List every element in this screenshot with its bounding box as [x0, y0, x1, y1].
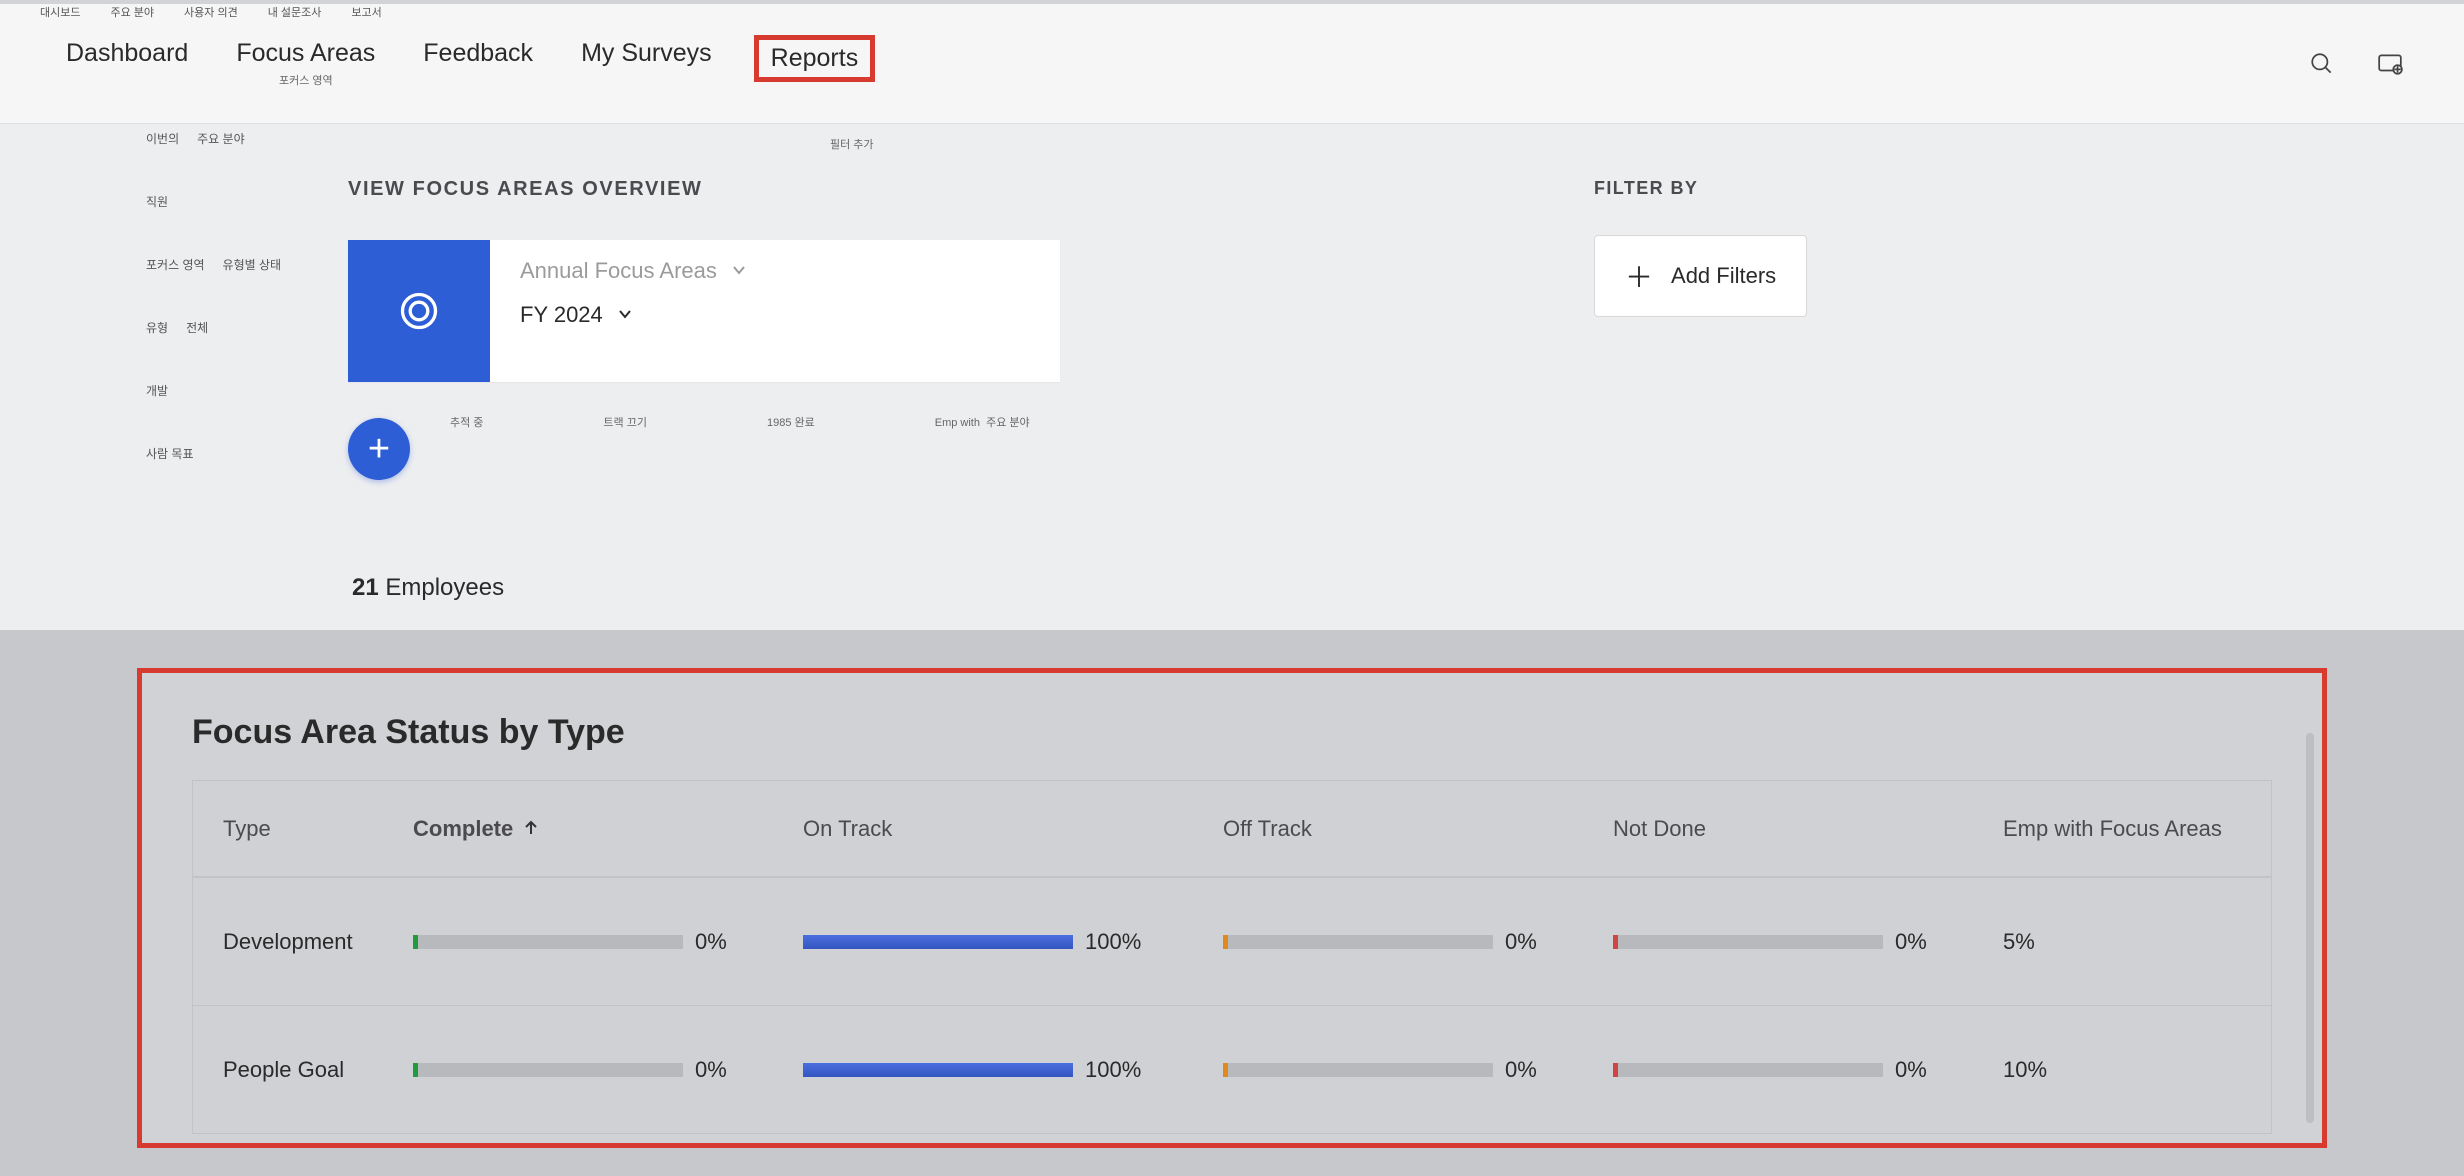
- cell-emp-with: 10%: [2003, 1057, 2303, 1083]
- ko-engagement-column: 이번의주요 분야 직원 포커스 영역유형별 상태 유형전체 개발 사람 목표: [146, 130, 346, 508]
- table-header: Type Complete On Track Off Track Not Don…: [193, 781, 2271, 877]
- cell-off-track: 0%: [1223, 1057, 1613, 1083]
- focus-area-dropdown[interactable]: Annual Focus Areas: [520, 258, 1030, 284]
- display-settings-icon[interactable]: [2376, 50, 2404, 78]
- progress-bar: [1223, 935, 1493, 949]
- percent-value: 0%: [1505, 1057, 1565, 1083]
- tab-reports[interactable]: Reports: [754, 35, 876, 82]
- employee-count-label: Employees: [385, 574, 504, 601]
- tab-label: Dashboard: [66, 39, 188, 68]
- cell-not-done: 0%: [1613, 1057, 2003, 1083]
- add-filters-button[interactable]: ＋ Add Filters: [1594, 235, 1807, 317]
- report-title: Focus Area Status by Type: [192, 713, 2272, 752]
- plus-icon: +: [368, 428, 390, 471]
- period-dropdown[interactable]: FY 2024: [520, 302, 1030, 328]
- scrollbar[interactable]: [2306, 733, 2314, 1123]
- percent-value: 0%: [1505, 929, 1565, 955]
- table-row[interactable]: People Goal0%100%0%0%10%: [193, 1005, 2271, 1133]
- cell-complete: 0%: [413, 1057, 803, 1083]
- cell-on-track: 100%: [803, 929, 1223, 955]
- percent-value: 100%: [1085, 929, 1145, 955]
- tab-label: My Surveys: [581, 39, 712, 68]
- progress-bar: [1613, 935, 1883, 949]
- cell-type: People Goal: [223, 1057, 413, 1083]
- dropdown-label: Annual Focus Areas: [520, 258, 717, 284]
- tab-label: Focus Areas: [236, 39, 375, 68]
- cell-off-track: 0%: [1223, 929, 1613, 955]
- tab-focus-areas[interactable]: Focus Areas 포커스 영역: [230, 35, 381, 92]
- chevron-down-icon: [617, 302, 633, 328]
- progress-bar: [1223, 1063, 1493, 1077]
- plus-icon: ＋: [1625, 256, 1653, 296]
- focus-config-card: Annual Focus Areas FY 2024: [348, 240, 1060, 382]
- status-table: Type Complete On Track Off Track Not Don…: [192, 780, 2272, 1134]
- sort-asc-icon: [523, 816, 539, 842]
- add-filters-label: Add Filters: [1671, 263, 1776, 289]
- report-focus-area-status: Focus Area Status by Type Type Complete …: [137, 668, 2327, 1148]
- tab-label: Reports: [771, 44, 859, 73]
- employee-count: 21 Employees: [352, 574, 504, 602]
- cell-type: Development: [223, 929, 413, 955]
- filter-add-label: 필터 추가: [830, 136, 874, 152]
- employee-count-value: 21: [352, 574, 379, 601]
- col-not-done[interactable]: Not Done: [1613, 816, 2003, 842]
- overview-region: 필터 추가 이번의주요 분야 직원 포커스 영역유형별 상태 유형전체 개발 사…: [0, 124, 2464, 630]
- filter-panel: FILTER BY ＋ Add Filters: [1594, 178, 1807, 317]
- col-on-track[interactable]: On Track: [803, 816, 1223, 842]
- topbar-right: [2308, 50, 2404, 78]
- ko-overlay-strip: 대시보드 주요 분야 사용자 의견 내 설문조사 보고서: [40, 4, 382, 20]
- report-region: Focus Area Status by Type Type Complete …: [0, 630, 2464, 1176]
- progress-bar: [803, 1063, 1073, 1077]
- percent-value: 100%: [1085, 1057, 1145, 1083]
- add-focus-area-button[interactable]: +: [348, 418, 410, 480]
- col-complete[interactable]: Complete: [413, 816, 803, 842]
- nav-tabs: Dashboard Focus Areas 포커스 영역 Feedback My…: [60, 35, 875, 92]
- col-type[interactable]: Type: [223, 816, 413, 842]
- cell-not-done: 0%: [1613, 929, 2003, 955]
- progress-bar: [1613, 1063, 1883, 1077]
- tab-label: Feedback: [423, 39, 533, 68]
- progress-bar: [803, 935, 1073, 949]
- tab-dashboard[interactable]: Dashboard: [60, 35, 194, 72]
- cell-emp-with: 5%: [2003, 929, 2303, 955]
- dropdown-label: FY 2024: [520, 302, 603, 328]
- overview-title: VIEW FOCUS AREAS OVERVIEW: [348, 178, 702, 201]
- topbar: Dashboard Focus Areas 포커스 영역 Feedback My…: [0, 4, 2464, 124]
- tab-feedback[interactable]: Feedback: [417, 35, 539, 72]
- target-icon: [348, 240, 490, 382]
- percent-value: 0%: [695, 1057, 755, 1083]
- percent-value: 0%: [1895, 1057, 1955, 1083]
- search-icon[interactable]: [2308, 50, 2336, 78]
- cell-complete: 0%: [413, 929, 803, 955]
- cell-on-track: 100%: [803, 1057, 1223, 1083]
- col-emp-with[interactable]: Emp with Focus Areas: [2003, 816, 2303, 842]
- percent-value: 0%: [695, 929, 755, 955]
- tab-my-surveys[interactable]: My Surveys: [575, 35, 718, 72]
- filter-by-title: FILTER BY: [1594, 178, 1807, 199]
- percent-value: 0%: [1895, 929, 1955, 955]
- ko-tiny-labels: 추적 중 트랙 끄기 1985 완료 Emp with 주요 분야: [450, 414, 1030, 430]
- tab-sublabel: 포커스 영역: [279, 72, 333, 88]
- progress-bar: [413, 1063, 683, 1077]
- table-row[interactable]: Development0%100%0%0%5%: [193, 877, 2271, 1005]
- col-off-track[interactable]: Off Track: [1223, 816, 1613, 842]
- chevron-down-icon: [731, 258, 747, 284]
- progress-bar: [413, 935, 683, 949]
